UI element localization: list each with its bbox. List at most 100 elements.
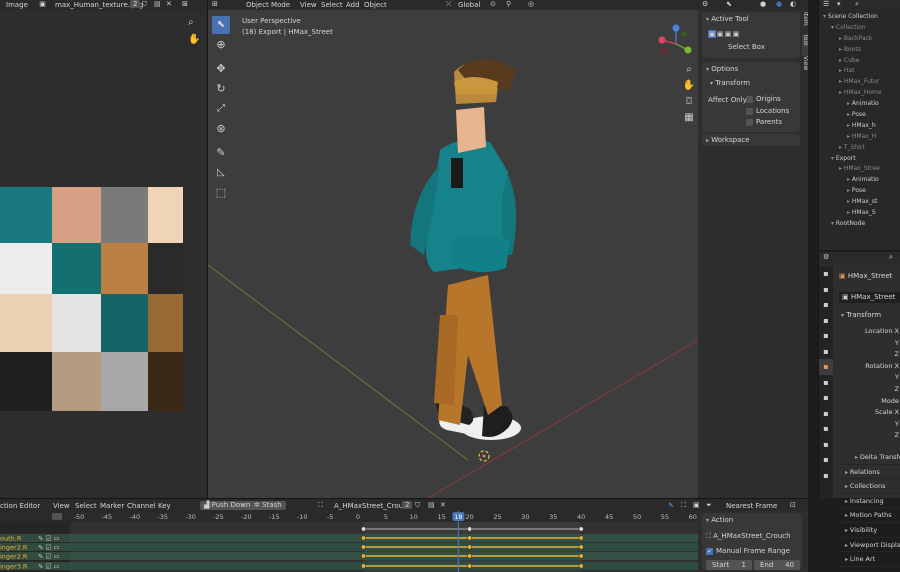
pin-icon[interactable]: ⊠ xyxy=(182,0,188,8)
gizmo-z[interactable] xyxy=(672,24,680,32)
menu-add[interactable]: Add xyxy=(346,1,360,9)
stash-button[interactable]: ✲ Stash xyxy=(250,501,286,510)
measure-tool-icon[interactable]: ◺ xyxy=(212,164,230,182)
select-subtract-icon[interactable]: ▣ xyxy=(724,30,732,38)
render-tab-icon[interactable]: ▪ xyxy=(819,282,833,298)
shading-solid-icon[interactable]: ● xyxy=(760,0,766,8)
gizmo-toggle-icon[interactable]: ⚙ xyxy=(702,0,708,8)
push-down-button[interactable]: ▟ Push Down xyxy=(200,501,255,510)
transform-subheader[interactable]: ▾ Transform xyxy=(710,79,750,87)
physics-tab-icon[interactable]: ▪ xyxy=(819,406,833,422)
outliner-item[interactable]: ▸ Boots xyxy=(819,45,900,56)
action-browse-icon[interactable]: ⛶ xyxy=(318,501,323,510)
editor-type-icon[interactable]: ⊞ xyxy=(212,0,218,8)
select-invert-icon[interactable]: ▣ xyxy=(732,30,740,38)
outliner-item[interactable]: ▸ Pose xyxy=(819,110,900,121)
cursor-tool-icon[interactable]: ⊕ xyxy=(212,36,230,54)
texture-tab-icon[interactable]: ▪ xyxy=(819,468,833,484)
data-tab-icon[interactable]: ▪ xyxy=(819,437,833,453)
outliner-item[interactable]: ▸ Pose xyxy=(819,186,900,197)
transform-field[interactable]: Mode xyxy=(839,396,900,408)
image-canvas[interactable]: ⌕ ✋ xyxy=(0,10,207,498)
start-field[interactable]: Start 1 xyxy=(706,560,752,570)
menu-select[interactable]: Select xyxy=(75,502,97,510)
transform-field[interactable]: Y xyxy=(839,372,900,384)
action-users-count[interactable]: 2 xyxy=(402,501,413,509)
unlink-icon[interactable]: ✕ xyxy=(440,501,446,509)
outliner-item[interactable]: ▾ Collection xyxy=(819,23,900,34)
menu-view[interactable]: View xyxy=(53,502,70,510)
object-data-field[interactable]: ▣ HMax_Street xyxy=(839,292,900,303)
object-name-row[interactable]: ▣ HMax_Street xyxy=(839,272,892,280)
image-browse-icon[interactable]: ▣ xyxy=(38,0,47,8)
transform-field[interactable]: Scale X xyxy=(839,407,900,419)
transform-field[interactable]: Rotation X xyxy=(839,361,900,373)
outliner-item[interactable]: ▾ Scene Collection xyxy=(819,12,900,23)
fake-user-icon[interactable]: ⛉ xyxy=(415,501,420,510)
filter-only-selected-icon[interactable]: ⬉ xyxy=(668,501,674,509)
search-icon[interactable]: ⌕ xyxy=(855,0,859,9)
zoom-icon[interactable]: ⌕ xyxy=(682,64,696,80)
scale-tool-icon[interactable]: ⤢ xyxy=(212,100,230,118)
action-panel-header[interactable]: ▾ Action xyxy=(706,516,733,524)
pan-hand-icon[interactable]: ✋ xyxy=(188,34,200,45)
outliner-item[interactable]: ▸ HMax_Stree xyxy=(819,164,900,175)
origins-checkbox[interactable]: Origins xyxy=(746,95,781,103)
perspective-toggle-icon[interactable]: ▦ xyxy=(682,112,696,128)
outliner-item[interactable]: ▸ Animatio xyxy=(819,175,900,186)
xray-icon[interactable]: ⬉ xyxy=(726,0,732,8)
properties-section[interactable]: ▸ Relations xyxy=(839,465,900,480)
add-cube-tool-icon[interactable]: ⬚ xyxy=(212,184,230,202)
transform-tool-icon[interactable]: ⊛ xyxy=(212,120,230,138)
outliner-editor-icon[interactable]: ☰ xyxy=(823,0,829,8)
image-users-count[interactable]: 2 xyxy=(130,0,141,8)
menu-object[interactable]: Object xyxy=(364,1,387,9)
properties-section[interactable]: ▸ Motion Paths xyxy=(839,508,900,523)
menu-channel[interactable]: Channel xyxy=(127,502,156,510)
outliner-item[interactable]: ▸ HMax_H xyxy=(819,132,900,143)
outliner-item[interactable]: ▸ Animatio xyxy=(819,99,900,110)
active-tool-header[interactable]: ▾ Active Tool xyxy=(706,15,749,23)
select-new-icon[interactable]: ▣ xyxy=(708,30,716,38)
timeline-area[interactable]: -50 -45 -40 -35 -30 -25 -20 -15 -10 -5 0 5 10 15 20 25 3… xyxy=(0,511,698,572)
properties-section[interactable]: ▸ Visibility xyxy=(839,523,900,538)
outliner-item[interactable]: ▸ HMax_S xyxy=(819,208,900,219)
shading-material-icon[interactable]: ● xyxy=(776,0,782,8)
menu-marker[interactable]: Marker xyxy=(100,502,124,510)
move-tool-icon[interactable]: ✥ xyxy=(212,60,230,78)
outliner-item[interactable]: ▸ BackPack xyxy=(819,34,900,45)
outliner-item[interactable]: ▸ HMax_Home xyxy=(819,88,900,99)
editor-mode-dropdown[interactable]: ction Editor xyxy=(0,502,40,510)
properties-section[interactable]: ▸ Collections xyxy=(839,479,900,494)
end-field[interactable]: End 40 xyxy=(754,560,800,570)
output-tab-icon[interactable]: ▪ xyxy=(819,297,833,313)
outliner-item[interactable]: ▸ HMax_st xyxy=(819,197,900,208)
select-tool-icon[interactable]: ⬉ xyxy=(212,16,230,34)
object-mode-dropdown[interactable]: Object Mode xyxy=(246,1,290,9)
annotate-tool-icon[interactable]: ✎ xyxy=(212,144,230,162)
right-divider[interactable] xyxy=(808,0,818,572)
material-tab-icon[interactable]: ▪ xyxy=(819,452,833,468)
fake-user-icon[interactable]: ⛉ xyxy=(142,0,147,9)
properties-section[interactable]: ▸ Line Art xyxy=(839,552,900,567)
particles-tab-icon[interactable]: ▪ xyxy=(819,390,833,406)
viewport-canvas[interactable]: User Perspective (18) Export | HMax_Stre… xyxy=(208,10,698,498)
view-layer-tab-icon[interactable]: ▪ xyxy=(819,313,833,329)
image-menu[interactable]: Image xyxy=(6,1,28,9)
outliner-item[interactable]: ▸ T_Shirt xyxy=(819,143,900,154)
rotate-tool-icon[interactable]: ↻ xyxy=(212,80,230,98)
display-mode-icon[interactable]: ▾ xyxy=(837,0,841,8)
transform-field[interactable]: Location X xyxy=(839,326,900,338)
scene-tab-icon[interactable]: ▪ xyxy=(819,328,833,344)
pan-hand-icon[interactable]: ✋ xyxy=(682,80,696,96)
tool-tab-icon[interactable]: ▪ xyxy=(819,266,833,282)
transform-field[interactable]: Z xyxy=(839,384,900,396)
outliner-item[interactable]: ▸ HMax_Futur xyxy=(819,77,900,88)
properties-section[interactable]: ▸ Delta Transform xyxy=(839,450,900,465)
properties-section[interactable]: ▸ Viewport Display xyxy=(839,538,900,553)
modifier-tab-icon[interactable]: ▪ xyxy=(819,375,833,391)
outliner-item[interactable]: ▸ Cube xyxy=(819,56,900,67)
zoom-icon[interactable]: ⌕ xyxy=(188,17,194,28)
outliner-item[interactable]: ▸ HMax_h xyxy=(819,121,900,132)
object-tab-icon[interactable]: ▪ xyxy=(819,359,833,375)
